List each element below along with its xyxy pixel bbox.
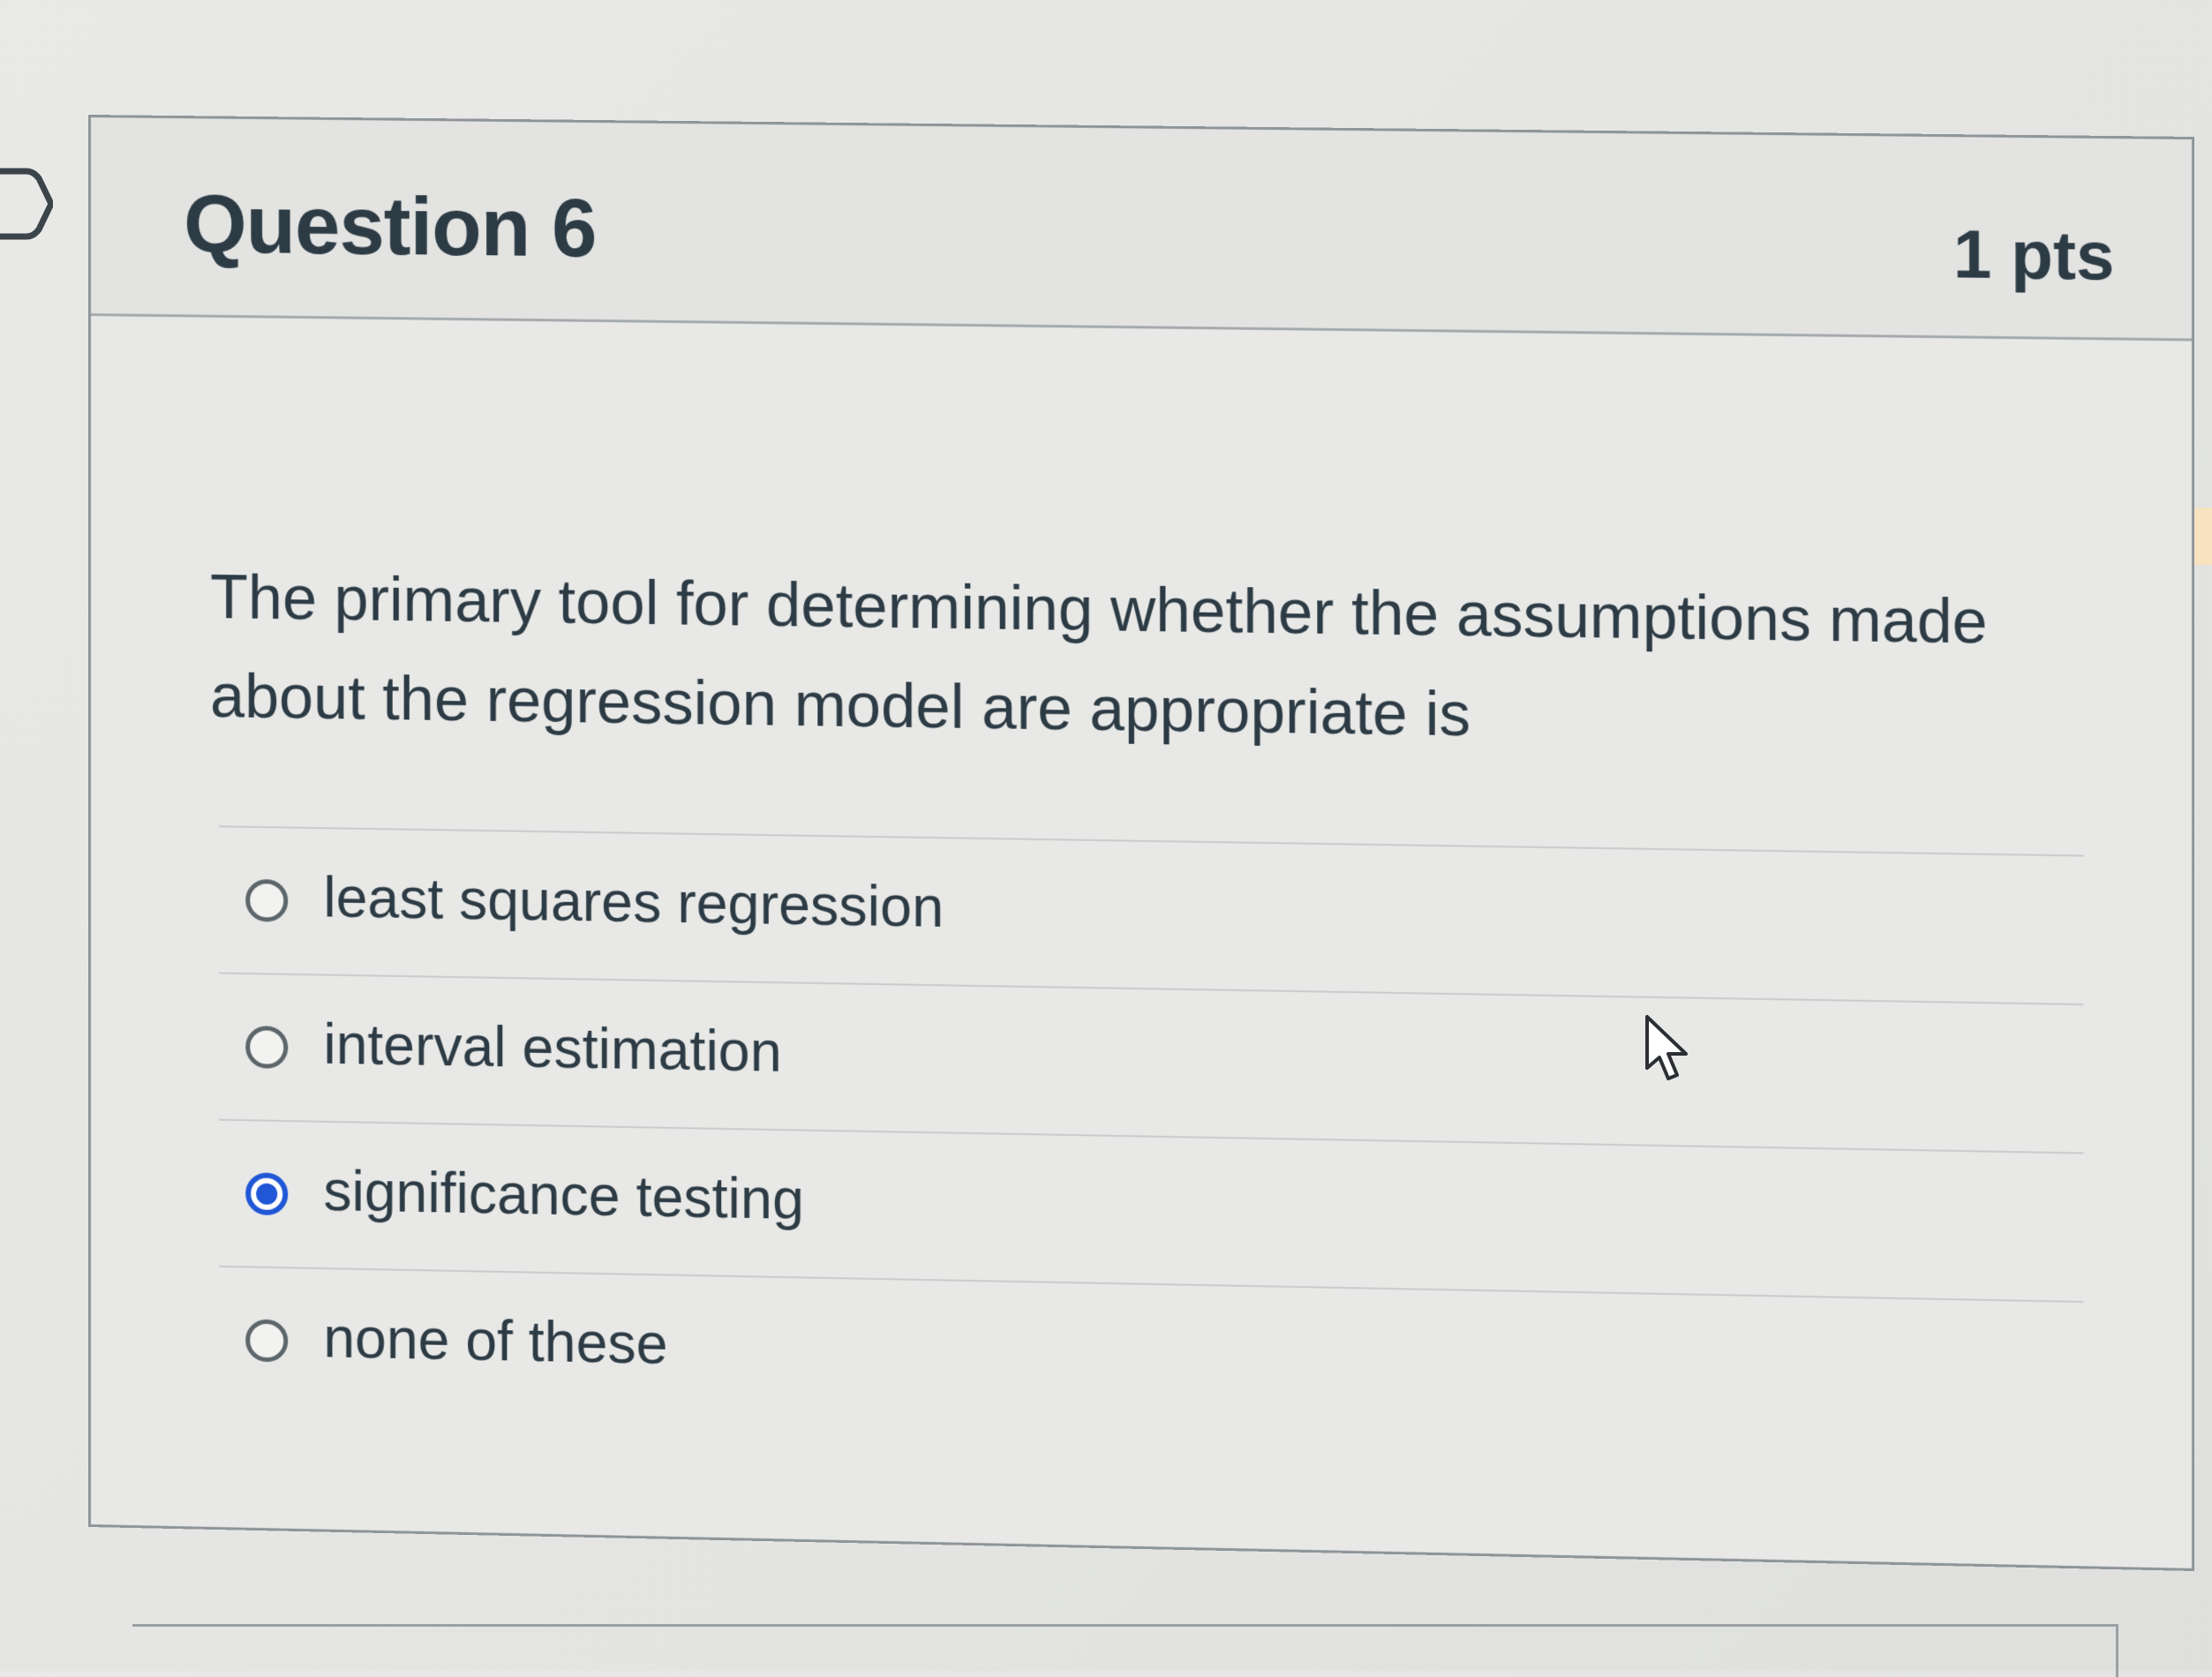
mouse-pointer-icon xyxy=(1645,1015,1688,1080)
radio-button[interactable] xyxy=(245,1319,289,1363)
quiz-page: Question 6 1 pts The primary tool for de… xyxy=(0,0,2212,1677)
radio-button-selected[interactable] xyxy=(245,1172,289,1216)
flag-marker-icon[interactable] xyxy=(0,164,53,244)
answer-label[interactable]: least squares regression xyxy=(323,864,944,940)
radio-button[interactable] xyxy=(245,1026,289,1069)
question-header: Question 6 1 pts xyxy=(90,117,2193,342)
answer-label[interactable]: interval estimation xyxy=(323,1011,781,1085)
radio-button[interactable] xyxy=(245,878,289,922)
question-text: The primary tool for determining whether… xyxy=(210,561,1988,749)
answer-label[interactable]: none of these xyxy=(323,1305,667,1377)
answer-label[interactable]: significance testing xyxy=(323,1158,803,1232)
next-question-card-edge xyxy=(132,1624,2118,1677)
answer-list: least squares regression interval estima… xyxy=(219,825,2084,1451)
question-card: Question 6 1 pts The primary tool for de… xyxy=(88,115,2195,1571)
question-title: Question 6 xyxy=(184,179,597,274)
question-points: 1 pts xyxy=(1952,216,2115,295)
